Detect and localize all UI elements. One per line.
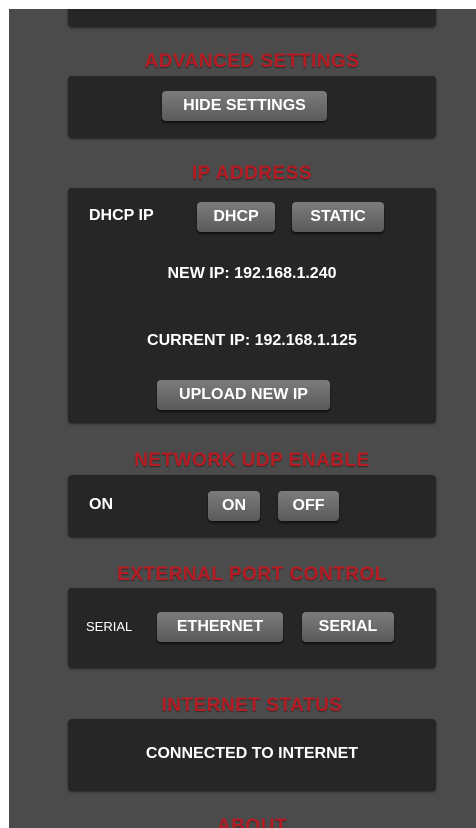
serial-button[interactable]: SERIAL: [302, 612, 394, 642]
settings-panel: ADVANCED SETTINGS HIDE SETTINGS IP ADDRE…: [9, 9, 476, 828]
previous-section-card: [68, 9, 436, 27]
static-button[interactable]: STATIC: [292, 202, 384, 232]
advanced-settings-card: HIDE SETTINGS: [68, 76, 436, 138]
external-port-heading: EXTERNAL PORT CONTROL: [117, 564, 387, 585]
hide-settings-button[interactable]: HIDE SETTINGS: [162, 91, 327, 121]
external-port-card: SERIAL ETHERNET SERIAL: [68, 588, 436, 668]
internet-status-heading: INTERNET STATUS: [161, 695, 343, 716]
internet-status-text: CONNECTED TO INTERNET: [145, 745, 359, 762]
new-ip-value: 192.168.1.240: [234, 265, 337, 282]
ethernet-button[interactable]: ETHERNET: [157, 612, 283, 642]
udp-off-button[interactable]: OFF: [278, 491, 339, 521]
new-ip-row: NEW IP: 192.168.1.240: [68, 265, 436, 283]
udp-on-button[interactable]: ON: [208, 491, 260, 521]
dhcp-button[interactable]: DHCP: [197, 202, 275, 232]
port-state-label: SERIAL: [86, 619, 133, 634]
current-ip-row: CURRENT IP: 192.168.1.125: [68, 332, 436, 350]
ip-mode-label: DHCP IP: [89, 207, 154, 224]
ip-address-card: DHCP IP DHCP STATIC NEW IP: 192.168.1.24…: [68, 188, 436, 423]
network-udp-card: ON ON OFF: [68, 475, 436, 537]
ip-address-heading: IP ADDRESS: [191, 163, 313, 184]
upload-new-ip-button[interactable]: UPLOAD NEW IP: [157, 380, 330, 410]
new-ip-label: NEW IP:: [167, 265, 230, 282]
internet-status-card: CONNECTED TO INTERNET: [68, 719, 436, 791]
network-udp-heading: NETWORK UDP ENABLE: [134, 450, 370, 471]
current-ip-label: CURRENT IP:: [147, 332, 251, 349]
advanced-settings-heading: ADVANCED SETTINGS: [144, 51, 360, 72]
current-ip-value: 192.168.1.125: [254, 332, 357, 349]
udp-state-label: ON: [89, 496, 113, 513]
about-heading: ABOUT: [216, 816, 288, 828]
